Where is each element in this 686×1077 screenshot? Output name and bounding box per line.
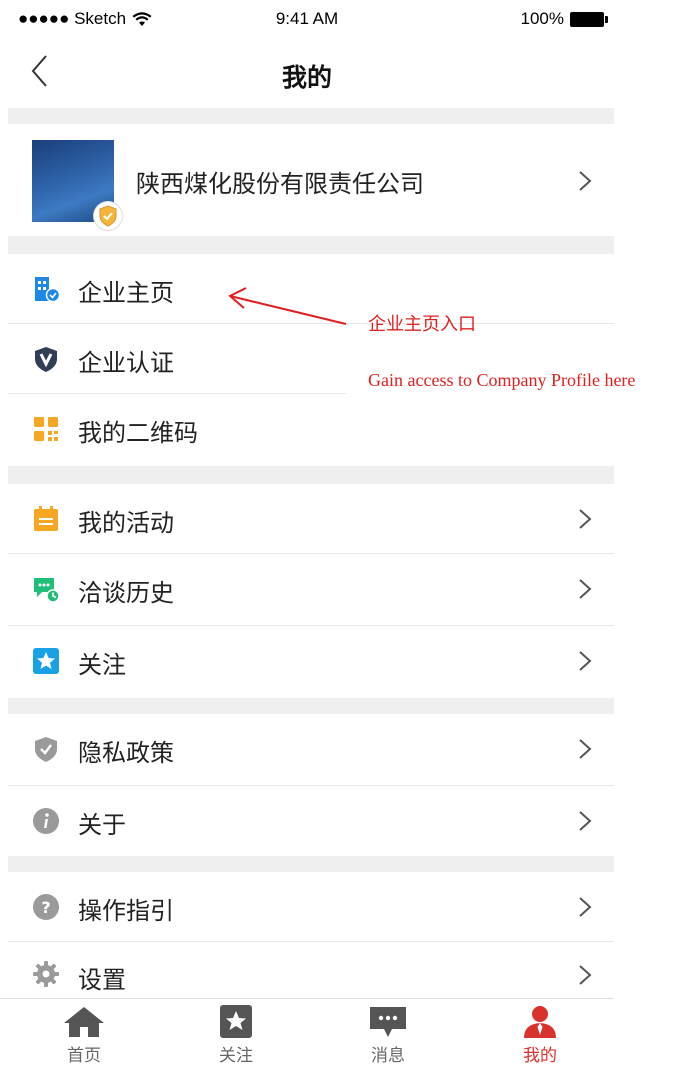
star-icon [33, 648, 59, 674]
annotation-label-en: Gain access to Company Profile here [368, 370, 636, 390]
menu-item-label: 我的活动 [78, 509, 174, 537]
tab-bar: 首页 关注 消息 我的 [0, 998, 614, 1077]
menu-item-negotiation-history[interactable]: 洽谈历史 [8, 554, 614, 626]
calendar-icon [34, 506, 58, 531]
annotation-label-cn: 企业主页入口 [368, 314, 476, 334]
page-title: 我的 [281, 63, 332, 92]
chat-history-icon [34, 578, 60, 603]
help-icon: ? [33, 894, 59, 920]
section-separator [8, 856, 614, 872]
chevron-right-icon [579, 651, 592, 671]
home-icon [64, 1007, 104, 1037]
tab-label: 关注 [219, 1046, 253, 1066]
section-separator [8, 236, 614, 254]
section-separator [8, 108, 614, 124]
tab-label: 首页 [67, 1046, 101, 1066]
status-bar: ●●●●● Sketch 9:41 AM 100% [0, 0, 614, 40]
phone-screen: ●●●●● Sketch 9:41 AM 100% 我的 陕西煤化股份有限责任公… [0, 0, 614, 1077]
chevron-right-icon [579, 965, 592, 985]
svg-text:?: ? [41, 898, 50, 917]
tab-label: 消息 [371, 1046, 405, 1066]
chevron-right-icon [579, 811, 592, 831]
v-badge-icon [35, 347, 57, 372]
qrcode-icon [34, 417, 58, 441]
tab-follow[interactable]: 关注 [186, 1005, 286, 1066]
annotation-arrow [228, 287, 347, 325]
menu-item-my-activities[interactable]: 我的活动 [8, 484, 614, 554]
menu-item-label: 洽谈历史 [78, 579, 174, 607]
menu-item-label: 关于 [78, 811, 126, 839]
menu-item-label: 设置 [78, 966, 126, 994]
message-icon [370, 1007, 406, 1037]
menu-item-my-qrcode[interactable]: 我的二维码 [8, 394, 346, 466]
building-icon [35, 277, 60, 303]
star-square-icon [220, 1005, 252, 1038]
menu-item-label: 操作指引 [78, 897, 174, 925]
chevron-right-icon [579, 579, 592, 599]
menu-item-label: 隐私政策 [78, 739, 174, 767]
tab-messages[interactable]: 消息 [338, 1005, 438, 1066]
menu-item-label: 企业认证 [78, 349, 174, 377]
chevron-right-icon [579, 509, 592, 529]
menu-item-about[interactable]: 关于 [8, 786, 614, 856]
menu-item-follow[interactable]: 关注 [8, 626, 614, 698]
nav-bar: 我的 [0, 40, 614, 108]
menu-item-operation-guide[interactable]: ? 操作指引 [8, 872, 614, 942]
section-separator [8, 466, 614, 484]
battery-icon [570, 11, 608, 27]
chevron-right-icon [579, 897, 592, 917]
shield-check-icon [35, 737, 57, 762]
menu-item-label: 企业主页 [78, 279, 174, 307]
menu-item-label: 我的二维码 [78, 419, 198, 447]
menu-item-privacy-policy[interactable]: 隐私政策 [8, 714, 614, 786]
company-name: 陕西煤化股份有限责任公司 [136, 170, 424, 198]
shield-badge-icon [94, 202, 122, 230]
info-icon [33, 808, 59, 834]
chevron-right-icon [579, 739, 592, 759]
chevron-right-icon [579, 171, 592, 191]
person-icon [524, 1006, 556, 1038]
tab-label: 我的 [523, 1046, 557, 1066]
menu-item-label: 关注 [78, 651, 126, 679]
tab-me[interactable]: 我的 [490, 1005, 590, 1066]
menu-item-company-verification[interactable]: 企业认证 [8, 324, 346, 394]
battery-group: 100% [520, 9, 608, 29]
tab-home[interactable]: 首页 [34, 1005, 134, 1066]
profile-row[interactable]: 陕西煤化股份有限责任公司 [8, 124, 614, 236]
menu-item-settings[interactable]: 设置 [8, 942, 614, 998]
battery-percent: 100% [520, 9, 564, 28]
section-separator [8, 698, 614, 714]
gear-icon [33, 961, 59, 987]
